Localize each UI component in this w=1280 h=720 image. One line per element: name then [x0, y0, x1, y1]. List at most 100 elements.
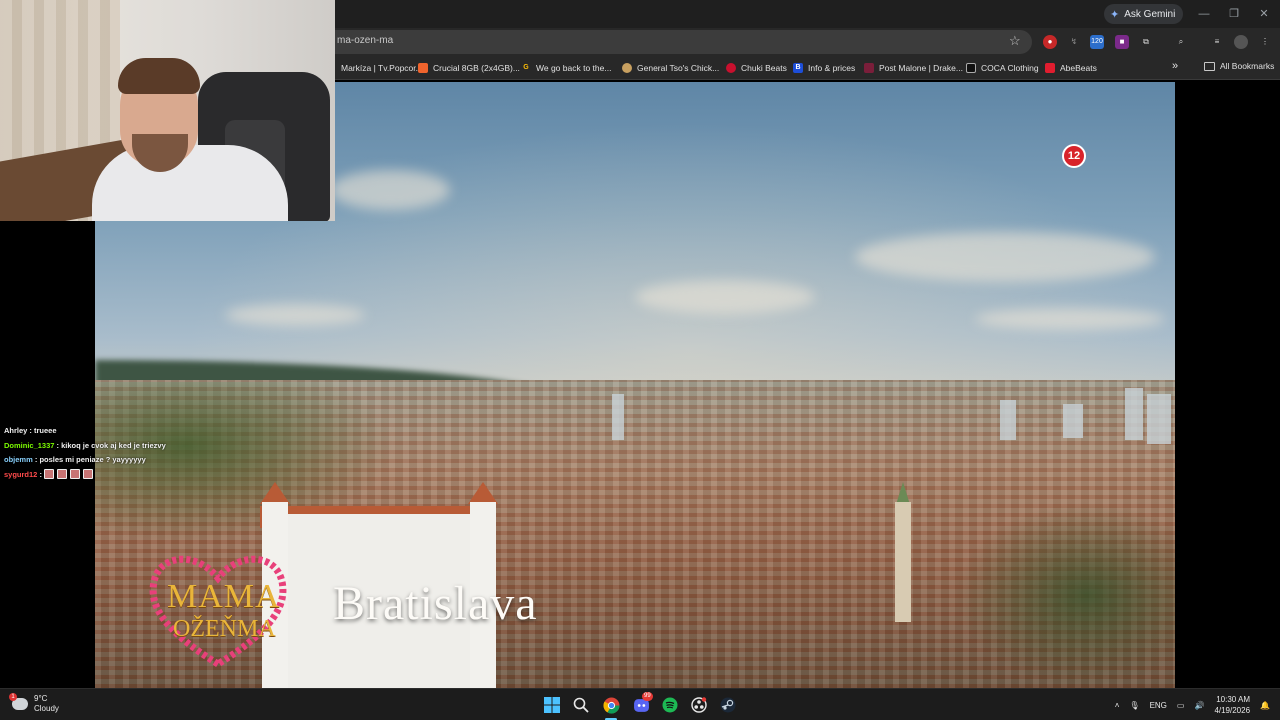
discord-notification-badge: 99 — [642, 692, 653, 701]
extension-badge-icon[interactable]: 120 — [1090, 35, 1104, 49]
windows-start-icon[interactable] — [543, 696, 561, 714]
bookmark-label: General Tso's Chick... — [637, 63, 720, 73]
gemini-sparkle-icon: ✦ — [1110, 8, 1120, 21]
cloud — [330, 170, 450, 210]
ask-gemini-button[interactable]: ✦ Ask Gemini — [1104, 4, 1184, 24]
bookmark-item[interactable]: Post Malone | Drake... — [864, 61, 963, 75]
bookmarks-overflow-icon[interactable]: » — [1172, 60, 1178, 72]
stream-chat: Ahrley : trueee Dominic_1337 : kikoq je … — [4, 424, 204, 482]
system-tray: ˄ 🎙 ENG ▭ 🔊 10:30 AM 4/19/2026 🔔 — [1115, 694, 1270, 716]
reading-list-icon[interactable]: ≡ — [1210, 35, 1224, 49]
discord-icon[interactable]: 99 — [632, 692, 653, 714]
show-logo-subtitle: OŽEŇMA — [173, 616, 276, 642]
search-icon[interactable] — [572, 696, 590, 714]
cathedral-tower — [895, 502, 911, 622]
extension-arrow-icon[interactable]: ↯ — [1067, 35, 1081, 49]
extensions-puzzle-icon[interactable]: ⧉ — [1139, 35, 1153, 49]
chat-text: trueee — [34, 426, 57, 435]
chat-message: sygurd12 : — [4, 468, 204, 483]
skyscraper — [612, 394, 624, 440]
chat-username: sygurd12 — [4, 469, 38, 479]
bookmark-item[interactable]: Markíza | Tv.Popcor... — [326, 61, 423, 75]
bookmark-item[interactable]: B Info & prices — [793, 61, 855, 75]
trees — [955, 502, 1175, 688]
age-rating-badge: 12 — [1062, 144, 1086, 168]
bookmark-item[interactable]: AbeBeats — [1045, 61, 1097, 75]
streamer-hair — [118, 58, 200, 94]
close-icon[interactable]: ✕ — [1256, 6, 1272, 22]
weather-widget[interactable]: 1 9°C Cloudy — [9, 693, 59, 714]
weather-alert-badge: 1 — [9, 693, 17, 701]
chat-username: Dominic_1337 — [4, 440, 55, 450]
bookmark-label: AbeBeats — [1060, 63, 1097, 73]
windows-taskbar: 1 9°C Cloudy 99 ˄ 🎙 ENG ▭ 🔊 10:30 AM 4/1… — [0, 688, 1280, 720]
chat-emote-icon — [83, 468, 94, 479]
tab-search-icon[interactable]: ⌕ — [1174, 35, 1188, 49]
bookmark-item[interactable]: COCA Clothing — [966, 61, 1039, 75]
weather-temperature: 9°C — [34, 694, 48, 703]
bookmark-label: COCA Clothing — [981, 63, 1039, 73]
castle-tower-roof — [468, 482, 498, 504]
network-icon[interactable]: ▭ — [1177, 701, 1185, 710]
chat-message: objemm : posles mi peniaze ? yayyyyyy — [4, 455, 146, 464]
chat-message: Ahrley : trueee — [4, 426, 57, 435]
streamer-shirt — [92, 145, 288, 221]
minimize-icon[interactable]: — — [1196, 6, 1212, 22]
chat-username: Ahrley — [4, 426, 28, 435]
bookmark-item[interactable]: G We go back to the... — [521, 61, 611, 75]
ask-gemini-label: Ask Gemini — [1124, 8, 1176, 20]
bookmark-label: Chuki Beats — [741, 63, 787, 73]
bookmark-star-icon[interactable]: ☆ — [1009, 33, 1021, 49]
microphone-icon[interactable]: 🎙 — [1129, 701, 1139, 710]
cloud — [855, 232, 1155, 282]
castle-tower-roof — [260, 482, 290, 504]
bookmark-favicon-icon — [726, 63, 736, 73]
bookmark-favicon-icon — [1045, 63, 1055, 73]
all-bookmarks-button[interactable]: All Bookmarks — [1204, 61, 1274, 71]
obs-icon[interactable] — [690, 696, 708, 714]
cloudy-weather-icon: 1 — [9, 693, 28, 710]
bookmark-item[interactable]: Chuki Beats — [726, 61, 787, 75]
address-bar-url[interactable]: ma-ozen-ma — [337, 35, 393, 46]
chrome-icon[interactable] — [602, 696, 620, 714]
chat-text: kikoq je cvok aj ked je triezvy — [61, 440, 166, 450]
chat-emote-icon — [70, 468, 81, 479]
extension-purple-icon[interactable]: ■ — [1115, 35, 1129, 49]
maximize-icon[interactable]: ❐ — [1226, 6, 1242, 22]
bookmark-item[interactable]: Crucial 8GB (2x4GB)... — [418, 61, 520, 75]
cloud — [635, 280, 815, 314]
chat-message: Dominic_1337 : kikoq je cvok aj ked je t… — [4, 440, 166, 450]
bookmark-favicon-icon — [966, 63, 976, 73]
chat-emote-icon — [57, 468, 68, 479]
extension-red-icon[interactable]: ● — [1043, 35, 1057, 49]
clock-date: 4/19/2026 — [1214, 706, 1251, 715]
cloud — [225, 304, 365, 326]
cloud — [975, 308, 1165, 330]
profile-avatar[interactable] — [1234, 35, 1248, 49]
weather-description: Cloudy — [34, 704, 59, 713]
chevron-up-icon[interactable]: ˄ — [1115, 701, 1120, 710]
input-language[interactable]: ENG — [1150, 701, 1167, 710]
city-title: Bratislava — [333, 577, 538, 630]
clock[interactable]: 10:30 AM 4/19/2026 — [1214, 694, 1250, 716]
webcam-overlay — [0, 0, 335, 221]
spotify-icon[interactable] — [661, 696, 679, 714]
menu-kebab-icon[interactable]: ⋮ — [1258, 35, 1272, 49]
bookmark-favicon-icon — [864, 63, 874, 73]
bookmark-item[interactable]: General Tso's Chick... — [622, 61, 719, 75]
chat-text: posles mi peniaze ? yayyyyyy — [39, 455, 146, 464]
skyscraper — [1063, 404, 1083, 438]
bookmark-label: Post Malone | Drake... — [879, 63, 963, 73]
google-icon: G — [523, 64, 529, 71]
address-bar[interactable] — [320, 30, 1032, 54]
bookmark-label: Markíza | Tv.Popcor... — [341, 63, 423, 73]
bookmark-favicon-icon: B — [793, 63, 803, 73]
skyscraper — [1147, 394, 1171, 444]
bookmark-favicon-icon — [418, 63, 428, 73]
all-bookmarks-label: All Bookmarks — [1220, 61, 1275, 71]
bookmark-label: Crucial 8GB (2x4GB)... — [433, 63, 520, 73]
notifications-bell-icon[interactable]: 🔔 — [1260, 701, 1270, 710]
steam-icon[interactable] — [719, 696, 737, 714]
volume-icon[interactable]: 🔊 — [1194, 701, 1204, 710]
chat-emote-icon — [44, 468, 55, 479]
